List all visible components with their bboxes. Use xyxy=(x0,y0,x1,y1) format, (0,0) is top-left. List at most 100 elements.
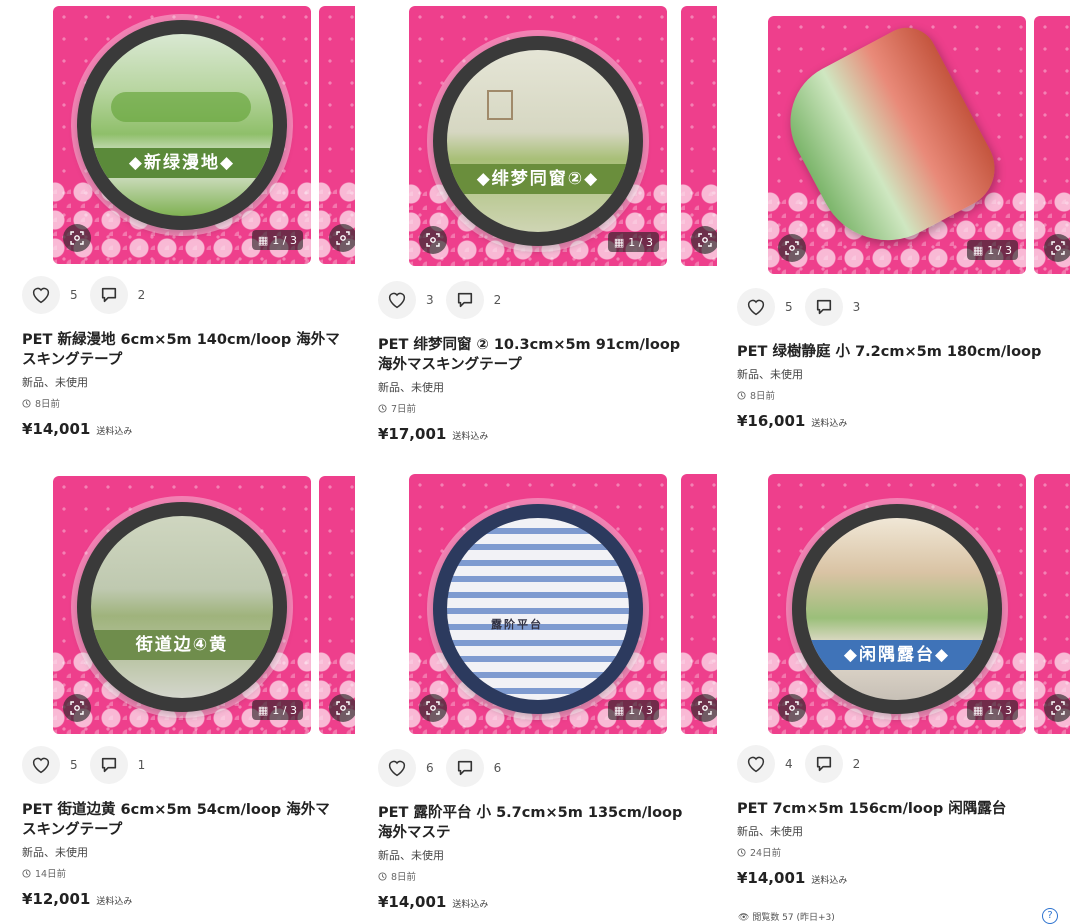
product-image[interactable]: 露阶平台 ▦ 1 / 3 xyxy=(409,474,667,734)
product-image[interactable]: 街道边④黄 ▦ 1 / 3 xyxy=(53,476,311,734)
product-card[interactable]: ◆绯梦同窗②◆ ▦ 1 / 3 xyxy=(409,6,749,268)
product-image[interactable]: ▦ 1 / 3 xyxy=(768,16,1026,274)
like-button[interactable] xyxy=(22,276,60,314)
condition: 新品、未使用 xyxy=(737,825,803,838)
eye-icon: 👁 xyxy=(738,913,750,923)
tape-label: 街道边④黄 xyxy=(91,630,273,660)
tape-label: ◆新绿漫地◆ xyxy=(91,148,273,178)
price: ¥17,001 xyxy=(378,425,447,443)
product-card-info: 4 2 PET 7cm×5m 156cm/loop 闲隅露台 新品、未使用 24… xyxy=(737,737,1077,887)
comment-count: 2 xyxy=(852,757,861,771)
next-image-preview[interactable] xyxy=(681,6,717,266)
next-image-preview[interactable] xyxy=(1034,474,1070,734)
shipping-note: 送料込み xyxy=(96,427,133,437)
product-card[interactable]: ◆新绿漫地◆ ▦ 1 / 3 xyxy=(53,6,393,268)
image-counter: ▦ 1 / 3 xyxy=(966,240,1018,260)
next-image-preview[interactable] xyxy=(319,476,355,734)
tape-roll: 街道边④黄 xyxy=(77,502,287,712)
like-button[interactable] xyxy=(22,746,60,784)
posted-time: 8日前 xyxy=(737,388,1077,402)
comment-button[interactable] xyxy=(804,745,843,783)
comment-count: 2 xyxy=(493,293,502,307)
clock-icon xyxy=(737,390,746,400)
shipping-note: 送料込み xyxy=(452,432,489,442)
like-button[interactable] xyxy=(737,288,775,326)
condition: 新品、未使用 xyxy=(378,381,444,394)
help-icon[interactable]: ? xyxy=(1042,908,1058,924)
clock-icon xyxy=(22,398,31,408)
image-gallery[interactable]: 露阶平台 ▦ 1 / 3 xyxy=(409,474,749,736)
tape-label: ◆闲隅露台◆ xyxy=(806,640,988,670)
image-search-icon[interactable] xyxy=(691,694,717,722)
product-card[interactable]: ◆闲隅露台◆ ▦ 1 / 3 xyxy=(768,474,1080,736)
product-title[interactable]: PET 露阶平台 小 5.7cm×5m 135cm/loop 海外マステ xyxy=(378,803,698,843)
shipping-note: 送料込み xyxy=(811,876,848,886)
comment-button[interactable] xyxy=(445,281,484,319)
image-gallery[interactable]: ▦ 1 / 3 xyxy=(768,16,1080,278)
image-gallery[interactable]: ◆新绿漫地◆ ▦ 1 / 3 xyxy=(53,6,393,268)
image-search-icon[interactable] xyxy=(419,226,447,254)
heart-icon xyxy=(388,760,406,777)
posted-time: 8日前 xyxy=(22,396,362,410)
product-title[interactable]: PET 绯梦同窗 ② 10.3cm×5m 91cm/loop 海外マスキングテー… xyxy=(378,335,698,375)
like-count: 5 xyxy=(70,288,78,302)
product-image[interactable]: ◆闲隅露台◆ ▦ 1 / 3 xyxy=(768,474,1026,734)
image-search-icon[interactable] xyxy=(778,694,806,722)
image-search-icon[interactable] xyxy=(329,224,355,252)
product-title[interactable]: PET 绿樹静庭 小 7.2cm×5m 180cm/loop xyxy=(737,342,1057,362)
image-search-icon[interactable] xyxy=(63,224,91,252)
product-image[interactable]: ◆绯梦同窗②◆ ▦ 1 / 3 xyxy=(409,6,667,266)
comment-button[interactable] xyxy=(445,749,484,787)
price: ¥14,001 xyxy=(378,893,447,911)
image-search-icon[interactable] xyxy=(63,694,91,722)
image-search-icon[interactable] xyxy=(1044,694,1070,722)
grid-icon: ▦ xyxy=(972,703,984,717)
price-row: ¥14,001 送料込み xyxy=(378,893,718,911)
image-gallery[interactable]: ◆闲隅露台◆ ▦ 1 / 3 xyxy=(768,474,1080,736)
posted-time: 24日前 xyxy=(737,845,1077,859)
product-title[interactable]: PET 街道边黄 6cm×5m 54cm/loop 海外マスキングテープ xyxy=(22,800,342,840)
next-image-preview[interactable] xyxy=(681,474,717,734)
tape-roll: 露阶平台 xyxy=(433,504,643,714)
product-card-info: 6 6 PET 露阶平台 小 5.7cm×5m 135cm/loop 海外マステ… xyxy=(378,741,718,911)
image-search-icon[interactable] xyxy=(1044,234,1070,262)
price-row: ¥12,001 送料込み xyxy=(22,890,362,908)
image-counter: ▦ 1 / 3 xyxy=(251,230,303,250)
image-search-icon[interactable] xyxy=(778,234,806,262)
tape-label: ◆绯梦同窗②◆ xyxy=(447,164,629,194)
product-card[interactable]: ▦ 1 / 3 xyxy=(768,16,1080,278)
like-button[interactable] xyxy=(737,745,775,783)
product-title[interactable]: PET 7cm×5m 156cm/loop 闲隅露台 xyxy=(737,799,1057,819)
image-search-icon[interactable] xyxy=(419,694,447,722)
comment-icon xyxy=(816,756,831,772)
price: ¥14,001 xyxy=(737,869,806,887)
comment-button[interactable] xyxy=(804,288,843,326)
next-image-preview[interactable] xyxy=(1034,16,1070,274)
product-image[interactable]: ◆新绿漫地◆ ▦ 1 / 3 xyxy=(53,6,311,264)
product-title[interactable]: PET 新緑漫地 6cm×5m 140cm/loop 海外マスキングテープ xyxy=(22,330,342,370)
heart-icon xyxy=(32,287,50,304)
product-card-info: 5 3 PET 绿樹静庭 小 7.2cm×5m 180cm/loop 新品、未使… xyxy=(737,280,1077,430)
image-search-icon[interactable] xyxy=(691,226,717,254)
comment-icon xyxy=(816,299,831,315)
image-counter: ▦ 1 / 3 xyxy=(607,232,659,252)
comment-count: 6 xyxy=(493,761,502,775)
like-button[interactable] xyxy=(378,281,416,319)
product-card[interactable]: 露阶平台 ▦ 1 / 3 xyxy=(409,474,749,736)
product-card-info: 5 2 PET 新緑漫地 6cm×5m 140cm/loop 海外マスキングテー… xyxy=(22,268,362,438)
image-gallery[interactable]: 街道边④黄 ▦ 1 / 3 xyxy=(53,476,393,738)
heart-icon xyxy=(747,756,765,773)
condition: 新品、未使用 xyxy=(22,376,88,389)
like-button[interactable] xyxy=(378,749,416,787)
like-count: 5 xyxy=(785,300,793,314)
image-gallery[interactable]: ◆绯梦同窗②◆ ▦ 1 / 3 xyxy=(409,6,749,268)
like-count: 4 xyxy=(785,757,793,771)
comment-button[interactable] xyxy=(89,276,128,314)
like-count: 6 xyxy=(426,761,434,775)
next-image-preview[interactable] xyxy=(319,6,355,264)
image-search-icon[interactable] xyxy=(329,694,355,722)
image-counter: ▦ 1 / 3 xyxy=(607,700,659,720)
comment-button[interactable] xyxy=(89,746,128,784)
view-count: 👁 閲覧数 57 (昨日+3) xyxy=(738,913,835,923)
product-card[interactable]: 街道边④黄 ▦ 1 / 3 xyxy=(53,476,393,738)
